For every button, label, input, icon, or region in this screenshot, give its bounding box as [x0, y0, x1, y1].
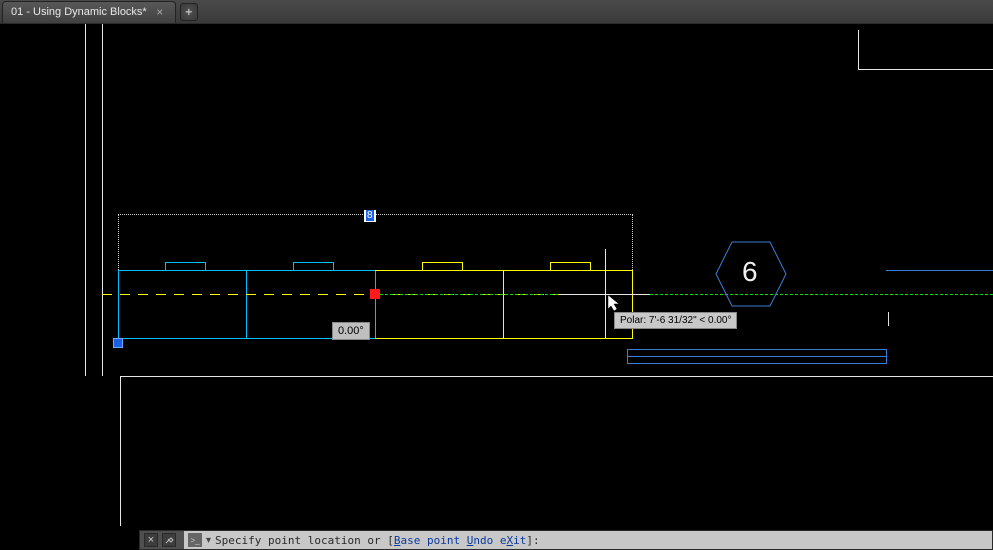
block-edge — [246, 270, 247, 338]
viewport-edge — [121, 376, 993, 377]
cursor-arrow-icon — [607, 294, 621, 312]
drag-preview-edge — [422, 262, 423, 270]
viewport-edge — [858, 30, 859, 70]
drag-preview-edge — [462, 262, 463, 270]
block-edge — [205, 262, 206, 270]
viewport-edge — [102, 24, 103, 376]
dynamic-input-text: 8 — [366, 210, 374, 221]
wrench-icon — [164, 535, 174, 545]
drag-preview-edge — [550, 262, 590, 263]
angle-readout: 0.00° — [332, 322, 370, 340]
command-close-icon[interactable]: × — [144, 533, 158, 547]
block-edge — [627, 349, 887, 350]
base-point-marker — [370, 289, 380, 299]
block-edge — [165, 262, 205, 263]
drag-preview-edge — [590, 262, 591, 270]
tab-title: 01 - Using Dynamic Blocks* — [11, 6, 147, 18]
polar-tracking-line — [375, 294, 993, 295]
chevron-down-icon[interactable]: ▾ — [206, 535, 211, 546]
dynamic-input-value[interactable]: 8 — [364, 210, 376, 222]
crosshair-h — [560, 294, 650, 295]
drag-preview-edge — [550, 262, 551, 270]
drag-preview-edge — [375, 270, 633, 271]
block-edge — [165, 262, 166, 270]
block-edge — [293, 262, 294, 270]
block-edge — [627, 356, 887, 357]
tab-bar: 01 - Using Dynamic Blocks* × + — [0, 0, 993, 24]
block-edge — [627, 349, 628, 364]
text-cursor — [888, 312, 889, 326]
drag-preview-edge — [375, 338, 633, 339]
block-edge — [886, 349, 887, 364]
viewport-edge — [120, 376, 121, 526]
block-edge — [118, 270, 376, 271]
block-edge — [627, 363, 887, 364]
command-prompt-icon: >_ — [188, 533, 202, 547]
angle-value: 0.00° — [338, 325, 364, 337]
detail-marker-number: 6 — [742, 256, 758, 288]
grip[interactable] — [113, 338, 123, 348]
block-edge — [886, 270, 993, 271]
viewport-edge — [85, 24, 86, 376]
drag-preview-edge — [503, 270, 504, 338]
command-input[interactable]: >_ ▾ Specify point location or [Base poi… — [184, 531, 992, 549]
drag-preview-edge — [422, 262, 462, 263]
command-config-icon[interactable] — [162, 533, 176, 547]
document-tab[interactable]: 01 - Using Dynamic Blocks* × — [2, 1, 176, 23]
polar-tooltip-text: Polar: 7'-6 31/32" < 0.00° — [620, 315, 731, 326]
command-line[interactable]: × >_ ▾ Specify point location or [Base p… — [139, 530, 993, 550]
block-edge — [118, 270, 119, 338]
close-icon[interactable]: × — [153, 5, 167, 19]
polar-tooltip: Polar: 7'-6 31/32" < 0.00° — [614, 312, 737, 329]
block-edge — [333, 262, 334, 270]
model-space[interactable]: 8 0.00° Polar: 7'-6 31/32" < 0.00° 6 × >… — [0, 24, 993, 526]
viewport-edge — [858, 69, 993, 70]
new-tab-button[interactable]: + — [180, 3, 198, 21]
block-edge — [375, 270, 376, 338]
command-text: Specify point location or [Base point Un… — [215, 534, 540, 547]
block-edge — [293, 262, 333, 263]
